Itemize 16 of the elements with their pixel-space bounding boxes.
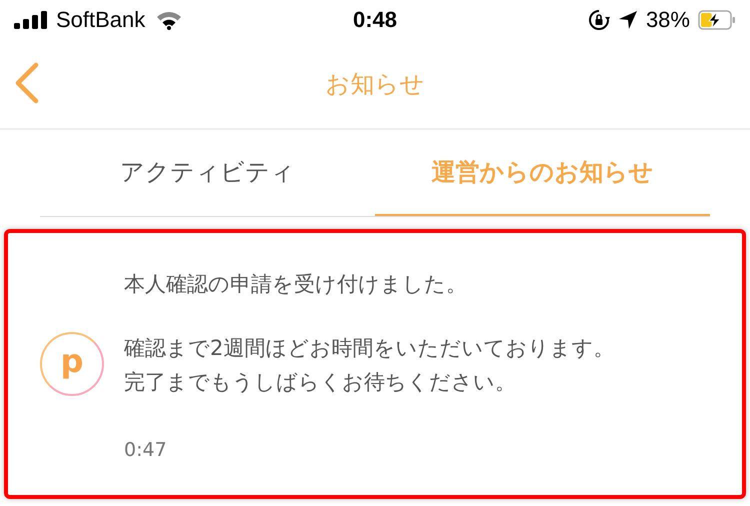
- notice-text: 本人確認の申請を受け付けました。: [124, 271, 467, 298]
- app-logo: p: [40, 332, 104, 396]
- notice-text: 確認まで2週間ほどお時間をいただいております。: [124, 335, 614, 362]
- status-time: 0:48: [352, 7, 398, 33]
- back-button[interactable]: [14, 62, 40, 104]
- battery-icon: [698, 10, 736, 30]
- wifi-icon: [155, 10, 184, 30]
- signal-icon: [14, 11, 50, 29]
- battery-percent: 38%: [646, 7, 690, 33]
- carrier-name: SoftBank: [56, 7, 146, 33]
- tab[interactable]: アクティビティ: [40, 130, 375, 216]
- location-arrow-icon: [618, 10, 638, 30]
- rotation-lock-icon: [588, 9, 610, 31]
- notice-time: 0:47: [124, 439, 168, 461]
- screen-title: お知らせ: [326, 69, 424, 100]
- notice-text: 完了までもうしばらくお待ちください。: [124, 369, 516, 396]
